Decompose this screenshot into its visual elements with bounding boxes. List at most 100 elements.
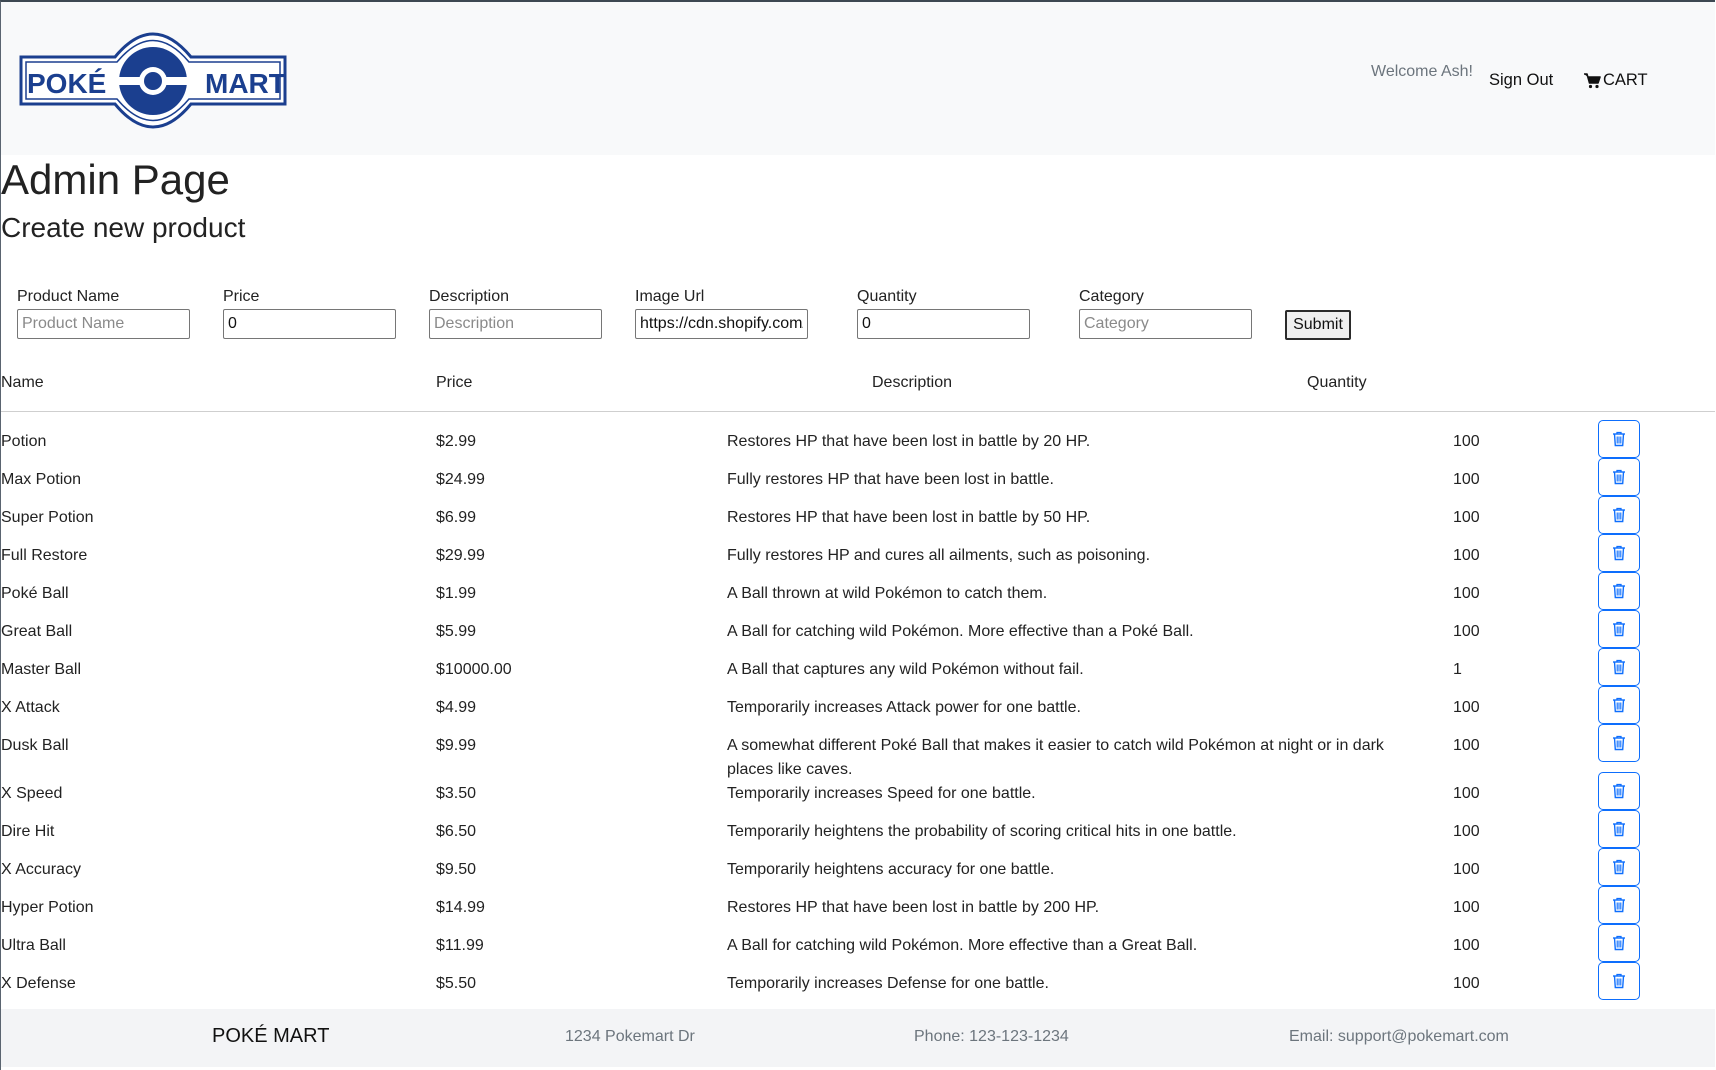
product-description-cell: A somewhat different Poké Ball that make… (727, 737, 1384, 778)
product-name-label: Product Name (17, 288, 120, 305)
footer-address: 1234 Pokemart Dr (565, 1028, 695, 1045)
cart-label: CART (1603, 71, 1648, 89)
trash-icon (1613, 859, 1625, 875)
product-name-cell: Super Potion (1, 509, 94, 526)
delete-button[interactable] (1598, 648, 1640, 686)
column-header-name: Name (1, 374, 44, 391)
product-quantity-cell: 100 (1453, 785, 1480, 802)
quantity-label: Quantity (857, 288, 917, 305)
delete-button[interactable] (1598, 496, 1640, 534)
product-quantity-cell: 100 (1453, 975, 1480, 992)
trash-icon (1613, 973, 1625, 989)
product-quantity-cell: 100 (1453, 861, 1480, 878)
trash-icon (1613, 507, 1625, 523)
column-header-price: Price (436, 374, 473, 391)
delete-button[interactable] (1598, 962, 1640, 1000)
welcome-message: Welcome Ash! (1371, 63, 1473, 80)
pokemart-logo[interactable]: POKÉ MART (17, 29, 289, 135)
product-description-cell: Temporarily heightens accuracy for one b… (727, 861, 1055, 878)
image-url-input[interactable] (635, 309, 808, 339)
product-description-cell: Fully restores HP and cures all ailments… (727, 547, 1151, 564)
product-quantity-cell: 100 (1453, 471, 1480, 488)
description-field: Description (429, 288, 602, 339)
product-name-input[interactable] (17, 309, 190, 339)
delete-button[interactable] (1598, 848, 1640, 886)
trash-icon (1613, 583, 1625, 599)
product-description-cell: Temporarily heightens the probability of… (727, 823, 1237, 840)
image-url-label: Image Url (635, 288, 705, 305)
quantity-field: Quantity (857, 288, 1030, 339)
pokeball-logo-icon: POKÉ MART (19, 32, 287, 129)
category-input[interactable] (1079, 309, 1252, 339)
delete-button[interactable] (1598, 420, 1640, 458)
submit-button[interactable]: Submit (1285, 310, 1351, 340)
delete-button[interactable] (1598, 686, 1640, 724)
product-name-cell: X Attack (1, 699, 60, 716)
product-description-cell: Temporarily increases Speed for one batt… (727, 785, 1036, 802)
trash-icon (1613, 735, 1625, 751)
footer-brand: POKÉ MART (212, 1025, 330, 1047)
product-name-cell: Poké Ball (1, 585, 69, 602)
cart-link[interactable]: CART (1583, 71, 1648, 90)
product-description-cell: A Ball that captures any wild Pokémon wi… (727, 661, 1084, 678)
product-price-cell: $1.99 (436, 585, 477, 602)
image-url-field: Image Url (635, 288, 808, 339)
footer-email: Email: support@pokemart.com (1289, 1028, 1509, 1045)
product-quantity-cell: 1 (1453, 661, 1462, 678)
section-title: Create new product (1, 212, 246, 243)
trash-icon (1613, 431, 1625, 447)
trash-icon (1613, 935, 1625, 951)
product-name-cell: Hyper Potion (1, 899, 94, 916)
product-quantity-cell: 100 (1453, 937, 1480, 954)
product-description-cell: Restores HP that have been lost in battl… (727, 509, 1091, 526)
product-name-cell: Great Ball (1, 623, 73, 640)
page-title: Admin Page (1, 156, 230, 203)
product-description-cell: Fully restores HP that have been lost in… (727, 471, 1054, 488)
product-description-cell: Temporarily increases Attack power for o… (727, 699, 1081, 716)
svg-text:MART: MART (205, 68, 286, 99)
product-description-cell: A Ball for catching wild Pokémon. More e… (727, 937, 1198, 954)
product-quantity-cell: 100 (1453, 585, 1480, 602)
cart-icon (1584, 73, 1601, 89)
product-quantity-cell: 100 (1453, 547, 1480, 564)
table-header-divider (1, 411, 1715, 412)
sign-out-link[interactable]: Sign Out (1489, 71, 1553, 90)
product-name-cell: Ultra Ball (1, 937, 66, 954)
delete-button[interactable] (1598, 810, 1640, 848)
product-price-cell: $29.99 (436, 547, 485, 564)
trash-icon (1613, 659, 1625, 675)
quantity-input[interactable] (857, 309, 1030, 339)
footer-phone: Phone: 123-123-1234 (914, 1028, 1069, 1045)
description-input[interactable] (429, 309, 602, 339)
delete-button[interactable] (1598, 924, 1640, 962)
product-name-cell: Potion (1, 433, 47, 450)
price-field: Price (223, 288, 396, 339)
price-label: Price (223, 288, 260, 305)
product-price-cell: $4.99 (436, 699, 477, 716)
trash-icon (1613, 621, 1625, 637)
product-price-cell: $3.50 (436, 785, 477, 802)
delete-button[interactable] (1598, 458, 1640, 496)
product-price-cell: $24.99 (436, 471, 485, 488)
product-quantity-cell: 100 (1453, 823, 1480, 840)
delete-button[interactable] (1598, 610, 1640, 648)
product-description-cell: Restores HP that have been lost in battl… (727, 899, 1100, 916)
delete-button[interactable] (1598, 534, 1640, 572)
product-price-cell: $11.99 (436, 937, 484, 954)
product-price-cell: $6.50 (436, 823, 477, 840)
delete-button[interactable] (1598, 772, 1640, 810)
product-price-cell: $5.50 (436, 975, 477, 992)
delete-button[interactable] (1598, 724, 1640, 762)
product-price-cell: $9.50 (436, 861, 477, 878)
product-name-cell: X Defense (1, 975, 76, 992)
product-quantity-cell: 100 (1453, 737, 1480, 754)
column-header-description: Description (872, 374, 953, 391)
trash-icon (1613, 469, 1625, 485)
product-name-cell: X Accuracy (1, 861, 82, 878)
product-name-cell: Dire Hit (1, 823, 55, 840)
delete-button[interactable] (1598, 886, 1640, 924)
delete-button[interactable] (1598, 572, 1640, 610)
product-name-cell: X Speed (1, 785, 63, 802)
price-input[interactable] (223, 309, 396, 339)
column-header-quantity: Quantity (1307, 374, 1367, 391)
